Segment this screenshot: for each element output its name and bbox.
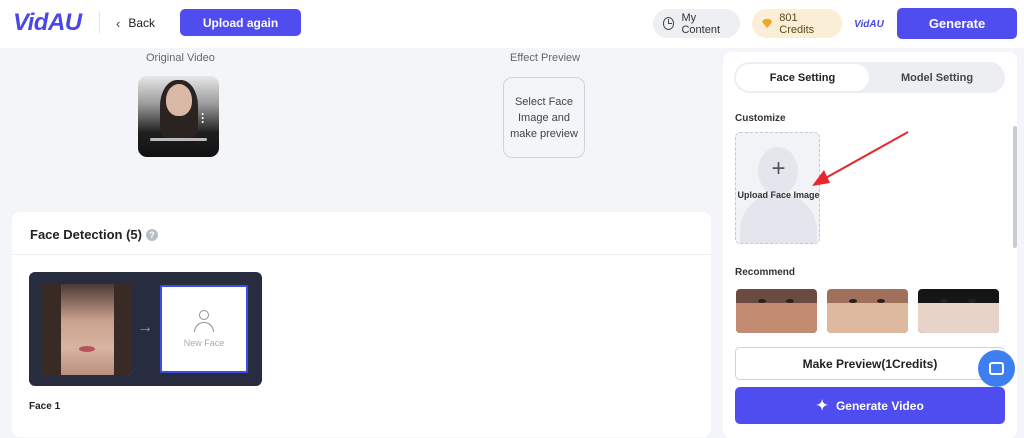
- generate-button[interactable]: Generate: [897, 8, 1017, 39]
- recommended-face-2[interactable]: [827, 289, 908, 333]
- back-label: Back: [128, 16, 156, 30]
- rec2-eye-right: [877, 299, 885, 303]
- avatar[interactable]: VidAU: [852, 12, 886, 36]
- face-lips: [79, 346, 95, 352]
- face-hair-left: [41, 284, 61, 375]
- recommended-face-1[interactable]: [736, 289, 817, 333]
- upload-face-label: Upload Face Image: [737, 190, 820, 200]
- upload-face-image-button[interactable]: + Upload Face Image: [735, 132, 820, 244]
- settings-panel: Face Setting Model Setting Customize + U…: [723, 52, 1017, 438]
- detected-face-image: [41, 284, 132, 375]
- settings-tabs: Face Setting Model Setting: [734, 62, 1005, 93]
- face-detection-title-text: Face Detection (5): [30, 227, 142, 242]
- effect-preview-box: Select Face Image and make preview: [503, 77, 585, 158]
- rec2-skin: [827, 303, 908, 333]
- arrow-right-icon: →: [137, 319, 153, 336]
- face-detection-panel: Face Detection (5) ? → New Face Face 1: [12, 212, 711, 437]
- generate-video-button[interactable]: ✦ Generate Video: [735, 387, 1005, 424]
- sparkle-icon: ✦: [816, 397, 828, 413]
- effect-preview-label: Effect Preview: [510, 52, 581, 64]
- user-icon-body: [194, 322, 214, 332]
- recommend-label: Recommend: [735, 267, 796, 278]
- credits-label: 801 Credits: [779, 11, 815, 36]
- customize-label: Customize: [735, 113, 786, 124]
- my-content-button[interactable]: My Content: [653, 9, 740, 38]
- effect-preview-placeholder: Select Face Image and make preview: [510, 95, 578, 140]
- more-options-icon[interactable]: · · ·: [201, 108, 205, 128]
- header-divider: [99, 12, 100, 34]
- my-content-label: My Content: [681, 11, 721, 36]
- top-header: VidAU ‹ Back Upload again My Content 801…: [0, 0, 1024, 48]
- chat-icon: [989, 362, 1004, 375]
- thumbnail-face: [166, 84, 192, 116]
- new-face-label: New Face: [183, 338, 225, 348]
- original-video-label: Original Video: [146, 52, 215, 64]
- rec1-eye-right: [786, 299, 794, 303]
- tab-model-setting[interactable]: Model Setting: [871, 64, 1003, 91]
- back-button[interactable]: ‹ Back: [116, 12, 155, 34]
- rec1-eye-left: [758, 299, 766, 303]
- face-hair-right: [114, 284, 132, 375]
- face-name-label: Face 1: [29, 401, 61, 412]
- make-preview-button[interactable]: Make Preview(1Credits): [735, 347, 1005, 380]
- video-progress-bar[interactable]: [150, 138, 207, 141]
- upload-again-button[interactable]: Upload again: [180, 9, 301, 36]
- chevron-left-icon: ‹: [116, 15, 121, 31]
- rec2-eye-left: [849, 299, 857, 303]
- recommended-face-3[interactable]: [918, 289, 999, 333]
- clock-icon: [663, 17, 675, 30]
- user-icon-head: [199, 310, 209, 320]
- face-detection-title: Face Detection (5) ?: [30, 227, 158, 242]
- chat-support-button[interactable]: [978, 350, 1015, 387]
- new-face-slot[interactable]: New Face: [160, 285, 248, 373]
- plus-icon: +: [771, 155, 786, 182]
- face-card: → New Face: [29, 272, 262, 386]
- credits-badge[interactable]: 801 Credits: [752, 9, 842, 38]
- tab-face-setting[interactable]: Face Setting: [736, 64, 869, 91]
- panel-scrollbar[interactable]: [1013, 126, 1017, 248]
- panel-divider: [12, 254, 711, 255]
- user-icon: [193, 310, 215, 332]
- original-video-thumbnail[interactable]: · · ·: [138, 76, 219, 157]
- diamond-icon: [762, 19, 773, 28]
- rec1-skin: [736, 303, 817, 333]
- rec3-eye-left: [940, 299, 948, 303]
- generate-video-label: Generate Video: [835, 398, 924, 413]
- rec3-eye-right: [968, 299, 976, 303]
- vidau-logo[interactable]: VidAU: [13, 9, 82, 37]
- help-icon[interactable]: ?: [145, 228, 158, 241]
- rec3-skin: [918, 303, 999, 333]
